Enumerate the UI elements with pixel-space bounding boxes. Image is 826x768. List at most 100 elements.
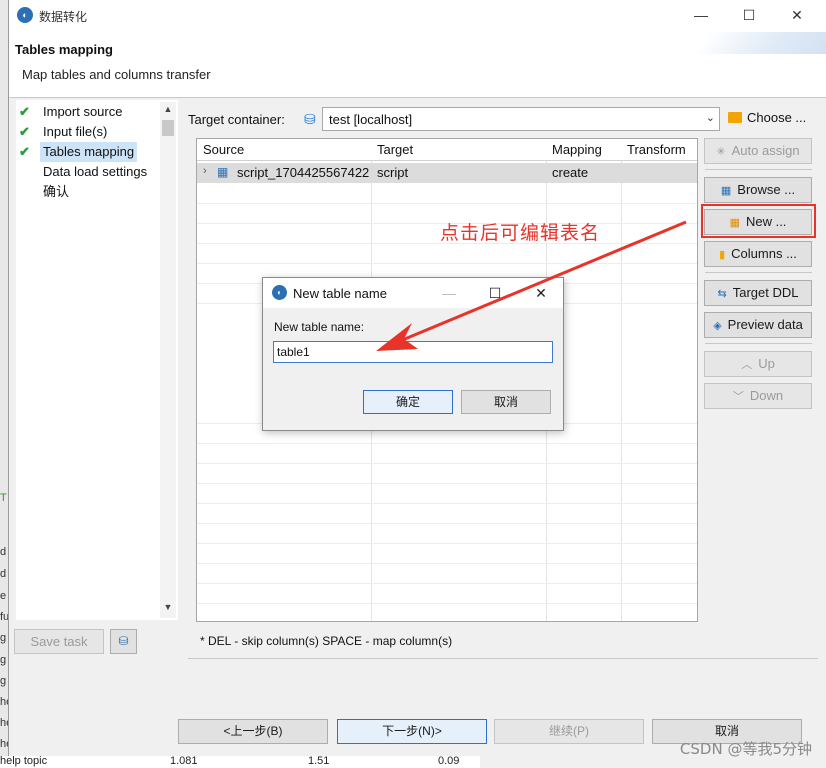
wizard-steps-pane: ✔ Import source ✔ Input file(s) ✔ Tables… <box>16 100 178 620</box>
annotation-text: 点击后可编辑表名 <box>440 222 601 244</box>
row-divider <box>197 563 697 564</box>
chevron-down-icon: ⌄ <box>705 112 715 124</box>
browse-label: Browse ... <box>737 182 796 197</box>
step-label: Import source <box>43 104 123 119</box>
app-logo-icon: ◐ <box>17 7 33 23</box>
bg-row-name: help topic <box>0 756 48 767</box>
checkmark-icon: ✔ <box>19 124 30 139</box>
row-target: script <box>377 165 409 180</box>
title-bar: ◐ 数据转化 — ☐ ✕ <box>9 0 826 32</box>
previous-button[interactable]: <上一步(B) <box>178 719 328 744</box>
columns-button[interactable]: ▮ Columns ... <box>704 241 812 267</box>
scrollbar-thumb[interactable] <box>162 120 174 136</box>
bg-row-value: 0.09 <box>438 756 460 767</box>
dialog-maximize-button[interactable]: ☐ <box>481 282 509 304</box>
column-header-source[interactable]: Source <box>203 142 244 157</box>
page-subtitle: Map tables and columns transfer <box>22 67 211 82</box>
step-label: Data load settings <box>43 164 148 179</box>
columns-icon: ▮ <box>719 249 726 261</box>
expand-chevron-icon[interactable]: › <box>203 165 207 177</box>
bg-row-value: 1.51 <box>308 756 330 767</box>
dialog-title: New table name <box>293 286 387 301</box>
watermark: CSDN @等我5分钟 <box>679 740 812 758</box>
row-divider <box>197 463 697 464</box>
target-container-value: test [localhost] <box>329 112 413 127</box>
table-header: Source Target Mapping Transform <box>197 139 697 161</box>
dialog-title-bar: ◐ New table name — ☐ ✕ <box>263 278 563 308</box>
auto-assign-button[interactable]: ✳ Auto assign <box>704 138 812 164</box>
column-header-mapping[interactable]: Mapping <box>552 142 602 157</box>
row-divider <box>197 443 697 444</box>
continue-button[interactable]: 继续(P) <box>494 719 644 744</box>
table-name-label: New table name: <box>274 320 365 334</box>
row-divider <box>197 523 697 524</box>
step-label: Tables mapping <box>40 142 138 162</box>
row-source: script_1704425567422.c <box>237 165 369 180</box>
target-container-select[interactable]: test [localhost] ⌄ <box>322 107 720 131</box>
move-up-button[interactable]: ︿ Up <box>704 351 812 377</box>
row-divider <box>197 583 697 584</box>
bg-row-value: 1.081 <box>170 756 198 767</box>
task-config-icon[interactable]: ⛁ <box>110 629 137 654</box>
dialog-close-button[interactable]: ✕ <box>527 282 555 304</box>
checkmark-icon: ✔ <box>19 104 30 119</box>
maximize-button[interactable]: ☐ <box>729 4 769 26</box>
column-divider <box>621 139 622 621</box>
ok-button[interactable]: 确定 <box>363 390 453 414</box>
ddl-icon: ⇆ <box>717 288 727 300</box>
row-divider <box>197 263 697 264</box>
highlight-frame <box>701 204 816 238</box>
folder-icon <box>728 112 742 123</box>
choose-label: Choose ... <box>747 110 807 125</box>
database-icon: ⛁ <box>304 111 316 127</box>
background-table-row: help topic 1.081 1.51 0.09 <box>0 756 480 768</box>
step-label: Input file(s) <box>43 124 108 139</box>
row-mapping: create <box>552 165 589 180</box>
button-separator <box>705 343 812 344</box>
column-header-target[interactable]: Target <box>377 142 413 157</box>
target-container-label: Target container: <box>188 112 285 127</box>
save-task-button[interactable]: Save task <box>14 629 104 654</box>
target-ddl-button[interactable]: ⇆ Target DDL <box>704 280 812 306</box>
button-separator <box>705 169 812 170</box>
arrow-up-icon: ︿ <box>741 359 753 371</box>
next-button[interactable]: 下一步(N)> <box>337 719 487 744</box>
target-ddl-label: Target DDL <box>732 285 799 300</box>
table-icon: ▦ <box>217 165 229 179</box>
close-button[interactable]: ✕ <box>777 4 817 26</box>
dialog-minimize-button[interactable]: — <box>435 282 463 304</box>
table-name-input[interactable] <box>273 341 553 363</box>
up-label: Up <box>758 356 775 371</box>
down-label: Down <box>749 388 784 403</box>
row-divider <box>197 503 697 504</box>
arrow-down-icon: ﹀ <box>732 391 744 403</box>
preview-data-button[interactable]: ◈ Preview data <box>704 312 812 338</box>
preview-label: Preview data <box>727 317 803 332</box>
app-logo-icon: ◐ <box>272 285 287 300</box>
page-title: Tables mapping <box>15 42 113 57</box>
new-table-name-dialog: ◐ New table name — ☐ ✕ New table name: 确… <box>262 277 564 431</box>
sparkle-icon: ✳ <box>716 146 726 158</box>
preview-icon: ◈ <box>713 320 722 332</box>
browse-button[interactable]: ▦ Browse ... <box>704 177 812 203</box>
move-down-button[interactable]: ﹀ Down <box>704 383 812 409</box>
wizard-header: Tables mapping Map tables and columns tr… <box>9 32 826 98</box>
window-title: 数据转化 <box>39 10 88 24</box>
minimize-button[interactable]: — <box>681 4 721 26</box>
row-divider <box>197 543 697 544</box>
button-separator <box>705 272 812 273</box>
scroll-up-icon[interactable]: ▲ <box>160 104 176 114</box>
row-divider <box>197 203 697 204</box>
row-divider <box>197 483 697 484</box>
column-header-transform[interactable]: Transform <box>627 142 686 157</box>
header-decoration <box>680 32 826 54</box>
table-row[interactable]: › ▦ script_1704425567422.c script create <box>197 163 697 183</box>
row-divider <box>197 603 697 604</box>
choose-button[interactable]: Choose ... <box>728 110 806 125</box>
dialog-cancel-button[interactable]: 取消 <box>461 390 551 414</box>
table-icon: ▦ <box>720 185 732 197</box>
columns-label: Columns ... <box>731 246 797 261</box>
scroll-down-icon[interactable]: ▼ <box>160 602 176 612</box>
steps-scrollbar[interactable]: ▲ ▼ <box>160 102 176 618</box>
checkmark-icon: ✔ <box>19 144 30 159</box>
